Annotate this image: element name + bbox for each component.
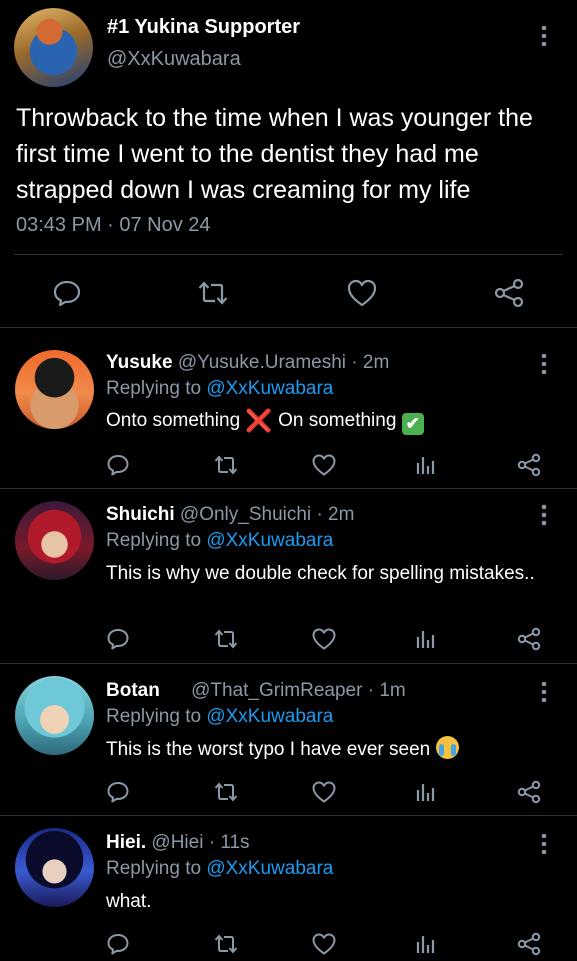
heart-icon[interactable] xyxy=(346,278,378,308)
reply-item[interactable]: Hiei. @Hiei · 11s Replying to @XxKuwabar… xyxy=(0,816,577,960)
avatar[interactable] xyxy=(15,501,94,580)
display-name[interactable]: Hiei. xyxy=(106,832,146,853)
user-handle[interactable]: @That_GrimReaper xyxy=(191,680,362,701)
reply-header: Yusuke @Yusuke.Urameshi · 2m xyxy=(106,352,389,374)
replying-to-link[interactable]: @XxKuwabara xyxy=(206,530,333,551)
heart-icon[interactable] xyxy=(311,780,337,809)
replying-to: Replying to @XxKuwabara xyxy=(106,858,333,880)
reply-icon[interactable] xyxy=(106,932,130,961)
retweet-icon[interactable] xyxy=(213,932,239,961)
replying-to-label: Replying to xyxy=(106,378,202,399)
heart-icon[interactable] xyxy=(311,932,337,961)
more-options-icon[interactable] xyxy=(538,24,550,48)
reply-icon[interactable] xyxy=(52,278,82,308)
user-handle[interactable]: @XxKuwabara xyxy=(107,48,241,71)
reply-item[interactable]: Shuichi @Only_Shuichi · 2m Replying to @… xyxy=(0,489,577,663)
replying-to-label: Replying to xyxy=(106,530,202,551)
reply-time: · 2m xyxy=(351,352,390,373)
display-name[interactable]: Yusuke xyxy=(106,352,173,373)
user-handle[interactable]: @Only_Shuichi xyxy=(180,504,311,525)
reply-text: This is why we double check for spelling… xyxy=(106,563,535,584)
retweet-icon[interactable] xyxy=(213,780,239,809)
reply-header: Botan @That_GrimReaper · 1m xyxy=(106,680,406,702)
user-handle[interactable]: @Yusuke.Urameshi xyxy=(178,352,346,373)
more-options-icon[interactable] xyxy=(538,832,550,856)
retweet-icon[interactable] xyxy=(213,453,239,482)
retweet-icon[interactable] xyxy=(197,278,229,308)
reply-icon[interactable] xyxy=(106,627,130,656)
reply-time: · 1m xyxy=(367,680,406,701)
reply-header: Shuichi @Only_Shuichi · 2m xyxy=(106,504,354,526)
heart-icon[interactable] xyxy=(311,627,337,656)
more-options-icon[interactable] xyxy=(538,680,550,704)
crying-face-icon xyxy=(435,736,459,759)
views-icon[interactable] xyxy=(415,932,437,961)
share-icon[interactable] xyxy=(516,780,542,809)
reply-time: · 2m xyxy=(316,504,355,525)
display-name[interactable]: #1 Yukina Supporter xyxy=(107,16,300,39)
reply-time: · 11s xyxy=(208,832,250,853)
replying-to: Replying to @XxKuwabara xyxy=(106,706,333,728)
avatar[interactable] xyxy=(15,350,94,429)
replying-to-link[interactable]: @XxKuwabara xyxy=(206,858,333,879)
main-tweet: #1 Yukina Supporter @XxKuwabara Throwbac… xyxy=(0,0,577,328)
reply-text: what. xyxy=(106,891,152,912)
reply-item[interactable]: Botan @That_GrimReaper · 1m Replying to … xyxy=(0,664,577,815)
replying-to-link[interactable]: @XxKuwabara xyxy=(206,706,333,727)
views-icon[interactable] xyxy=(415,627,437,656)
replying-to-link[interactable]: @XxKuwabara xyxy=(206,378,333,399)
reply-icon[interactable] xyxy=(106,453,130,482)
share-icon[interactable] xyxy=(516,453,542,482)
divider xyxy=(14,254,563,255)
views-icon[interactable] xyxy=(415,780,437,809)
share-icon[interactable] xyxy=(516,627,542,656)
share-icon[interactable] xyxy=(516,932,542,961)
reply-text: This is the worst typo I have ever seen xyxy=(106,736,536,763)
reply-item[interactable]: Yusuke @Yusuke.Urameshi · 2m Replying to… xyxy=(0,328,577,488)
replying-to: Replying to @XxKuwabara xyxy=(106,530,333,552)
reply-header: Hiei. @Hiei · 11s xyxy=(106,832,250,854)
share-icon[interactable] xyxy=(493,278,525,308)
replying-to-label: Replying to xyxy=(106,706,202,727)
avatar[interactable] xyxy=(15,828,94,907)
user-handle[interactable]: @Hiei xyxy=(151,832,203,853)
views-icon[interactable] xyxy=(415,453,437,482)
check-mark-icon: ✔ xyxy=(401,413,424,435)
more-options-icon[interactable] xyxy=(538,352,550,376)
reply-icon[interactable] xyxy=(106,780,130,809)
replying-to-label: Replying to xyxy=(106,858,202,879)
reply-text-part: Onto something xyxy=(106,410,241,431)
heart-icon[interactable] xyxy=(311,453,337,482)
retweet-icon[interactable] xyxy=(213,627,239,656)
display-name[interactable]: Shuichi xyxy=(106,504,175,525)
reply-text-part: On something xyxy=(278,410,397,431)
cross-mark-icon: ❌ xyxy=(245,408,273,433)
tweet-text: Throwback to the time when I was younger… xyxy=(16,104,533,204)
avatar[interactable] xyxy=(15,676,94,755)
more-options-icon[interactable] xyxy=(538,503,550,527)
display-name[interactable]: Botan xyxy=(106,680,160,701)
reply-text: Onto something ❌ On something ✔ xyxy=(106,408,536,435)
avatar[interactable] xyxy=(14,8,93,87)
reply-text-part: This is the worst typo I have ever seen xyxy=(106,739,431,760)
replying-to: Replying to @XxKuwabara xyxy=(106,378,333,400)
tweet-timestamp[interactable]: 03:43 PM · 07 Nov 24 xyxy=(16,214,211,237)
